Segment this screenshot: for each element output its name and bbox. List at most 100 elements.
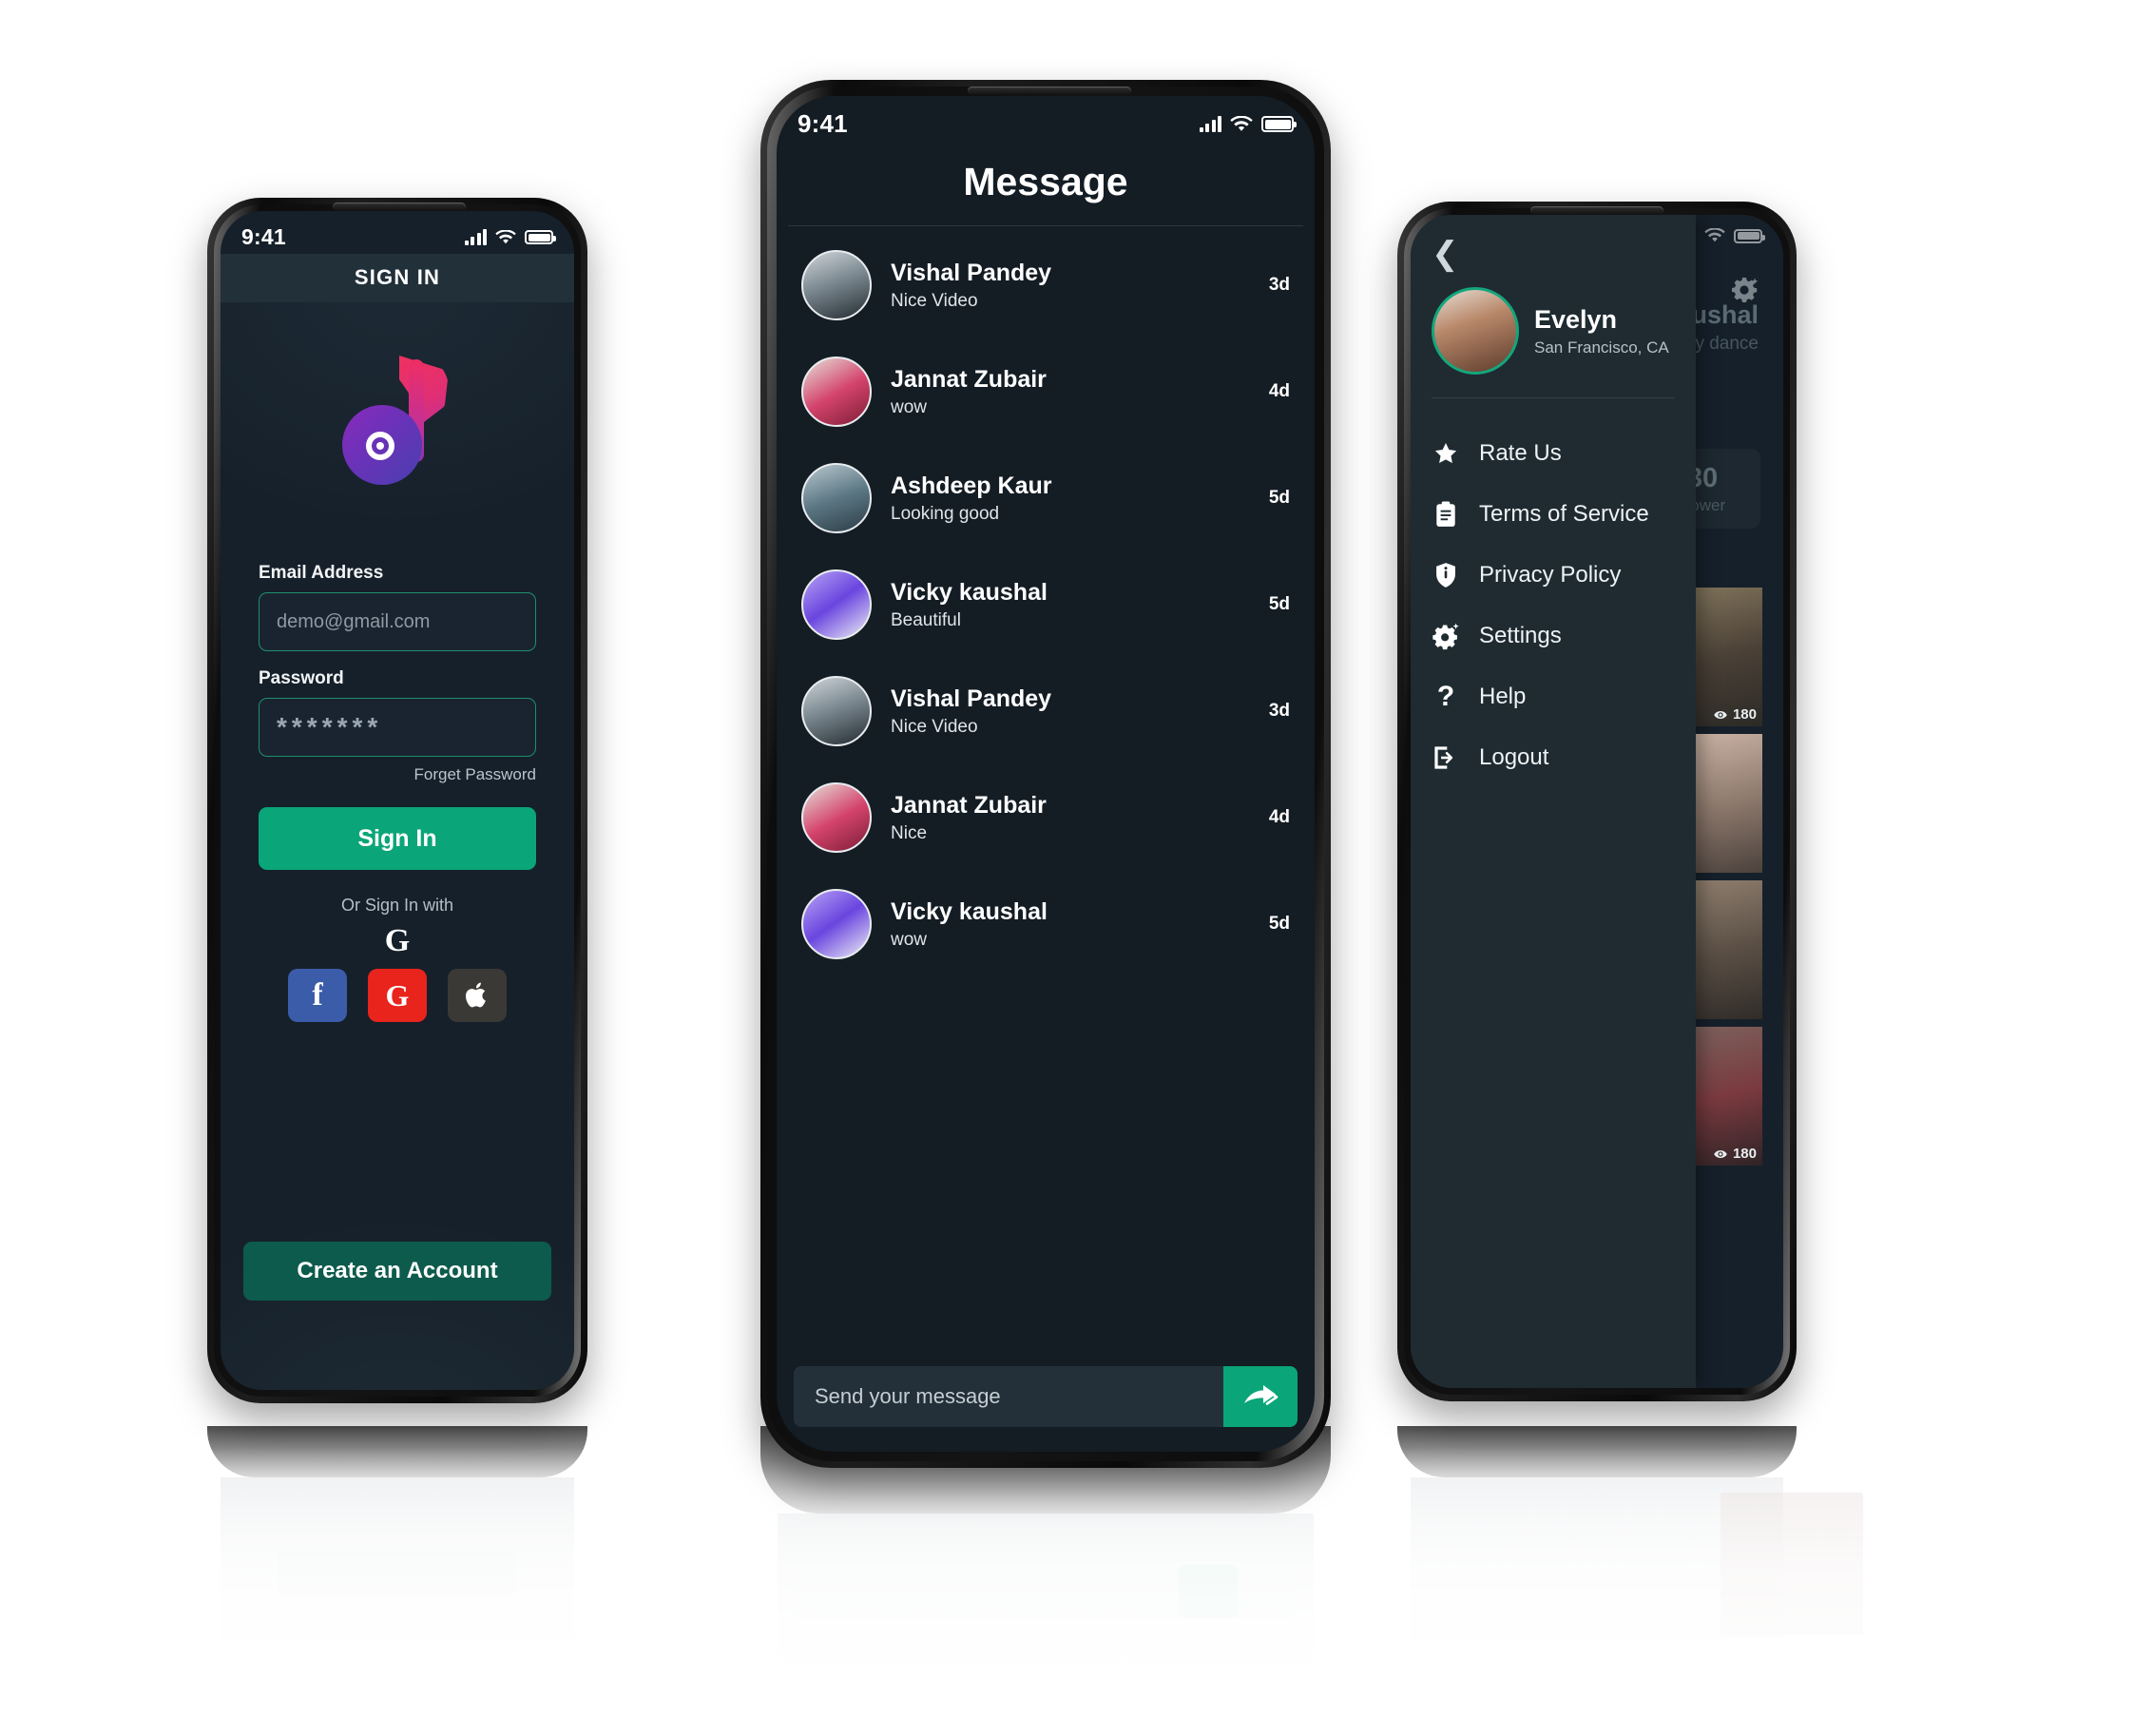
thumbnail-views: 180 [1732,1146,1757,1162]
gear-icon [1432,622,1460,650]
create-account-button[interactable]: Create an Account [243,1242,551,1301]
menu-item-help[interactable]: ? Help [1411,666,1696,727]
drawer-user-location: San Francisco, CA [1534,338,1669,357]
conversation-name: Vishal Pandey [891,259,1052,286]
menu-item-terms-of-service[interactable]: Terms of Service [1411,484,1696,545]
status-bar: 9:41 [777,96,1315,143]
conversation-time: 5d [1268,594,1290,614]
thumbnail-views: 180 [1732,706,1757,723]
password-label: Password [259,668,344,688]
avatar [801,782,872,853]
avatar [801,569,872,640]
avatar [801,357,872,427]
email-field[interactable]: demo@gmail.com [259,592,536,651]
battery-icon [1734,228,1765,243]
signin-screen: 9:41 SIGN IN Email Address demo@gmail.co… [221,211,574,1390]
back-button[interactable]: ❮ [1432,238,1677,270]
phone-signin: 9:41 SIGN IN Email Address demo@gmail.co… [207,198,587,1403]
wifi-icon [1230,115,1253,131]
list-item[interactable]: Jannat Zubair wow 4d [801,338,1290,445]
wifi-icon [495,229,516,243]
shield-info-icon [1432,561,1460,589]
password-field[interactable]: ******* [259,698,536,757]
avatar [801,676,872,746]
earpiece-speaker [333,203,466,211]
apple-login-button[interactable] [448,969,507,1022]
star-icon [1432,439,1460,468]
view-icon [1714,710,1727,719]
facebook-login-button[interactable]: f [288,969,347,1022]
screenshot-stage: 9:41 SIGN IN Email Address demo@gmail.co… [0,0,2134,1736]
conversation-name: Jannat Zubair [891,791,1047,819]
social-login-row: f G [259,969,536,1022]
list-item[interactable]: Jannat Zubair Nice 4d [801,764,1290,871]
send-button[interactable] [1223,1366,1298,1427]
view-icon [1714,1149,1727,1158]
email-placeholder: demo@gmail.com [277,610,431,632]
list-item[interactable]: Vishal Pandey Nice Video 3d [801,658,1290,764]
email-label: Email Address [259,563,384,583]
menu-item-label: Help [1479,684,1527,709]
conversation-name: Jannat Zubair [891,365,1047,393]
list-item[interactable]: Vishal Pandey Nice Video 3d [801,232,1290,338]
phone-message: 9:41 Message Vishal Pandey Nice Video 3d… [760,80,1331,1468]
google-mark-icon[interactable]: G [259,925,536,957]
conversation-preview: wow [891,930,928,951]
battery-icon [525,230,556,244]
conversation-name: Vicky kaushal [891,578,1048,606]
conversation-name: Ashdeep Kaur [891,472,1052,499]
music-note-logo-icon [340,354,454,487]
message-screen: 9:41 Message Vishal Pandey Nice Video 3d… [777,96,1315,1452]
or-sign-in-with-label: Or Sign In with [340,896,454,915]
drawer-menu: Rate Us Terms of Service Privacy Policy [1411,398,1696,788]
menu-item-rate-us[interactable]: Rate Us [1411,423,1696,484]
menu-item-label: Rate Us [1479,440,1562,466]
password-value: ******* [277,712,383,742]
status-time: 9:41 [798,109,848,138]
earpiece-speaker [968,87,1131,95]
forget-password-link[interactable]: Forget Password [259,765,537,784]
drawer-user-name: Evelyn [1534,305,1618,335]
signal-bars-icon [464,228,487,245]
conversation-preview: Nice Video [891,291,978,312]
menu-item-logout[interactable]: Logout [1411,727,1696,788]
page-title: Message [963,160,1128,203]
profile-screen: Kaushal y dance 130 Follower 123 1 [1411,215,1783,1388]
logout-icon [1432,743,1460,772]
drawer-user[interactable]: Evelyn San Francisco, CA [1432,287,1677,375]
signin-form: Email Address demo@gmail.com Password **… [221,538,574,1022]
battery-icon [1261,116,1297,132]
status-bar: 9:41 [221,211,574,254]
conversation-preview: Looking good [891,504,1000,525]
send-arrow-icon [1244,1385,1278,1405]
signin-header-title: SIGN IN [221,254,574,302]
wifi-icon [1704,228,1725,242]
apple-icon [466,982,486,1008]
conversation-name: Vicky kaushal [891,897,1048,925]
signal-bars-icon [1199,115,1221,132]
google-login-button[interactable]: G [368,969,427,1022]
clipboard-icon [1432,500,1460,529]
conversation-time: 4d [1268,381,1290,401]
settings-button[interactable] [1728,274,1760,311]
list-item[interactable]: Ashdeep Kaur Looking good 5d [801,445,1290,551]
sign-in-button[interactable]: Sign In [259,807,536,870]
list-item[interactable]: Vicky kaushal Beautiful 5d [801,551,1290,658]
avatar [801,250,872,320]
conversation-list: Vishal Pandey Nice Video 3d Jannat Zubai… [777,226,1315,977]
avatar [801,463,872,533]
list-item[interactable]: Vicky kaushal wow 5d [801,871,1290,977]
conversation-time: 3d [1268,275,1290,295]
message-input[interactable]: Send your message [794,1384,1223,1409]
phone-reflection [0,1426,2134,1736]
menu-item-label: Privacy Policy [1479,562,1622,588]
conversation-time: 4d [1268,807,1290,827]
conversation-time: 5d [1268,914,1290,934]
gear-icon [1732,278,1759,302]
avatar [1432,287,1519,375]
conversation-time: 5d [1268,488,1290,508]
menu-item-privacy-policy[interactable]: Privacy Policy [1411,545,1696,606]
avatar [801,889,872,959]
message-composer: Send your message [777,1366,1315,1452]
menu-item-settings[interactable]: Settings [1411,606,1696,666]
